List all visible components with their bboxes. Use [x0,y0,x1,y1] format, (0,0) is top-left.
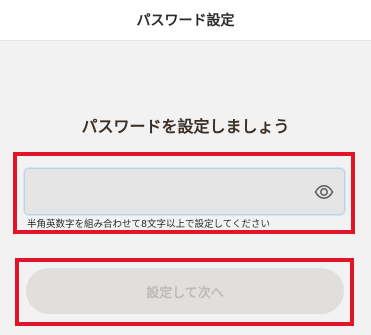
submit-button[interactable]: 設定して次へ [26,268,344,314]
password-field[interactable] [24,168,345,215]
eye-icon[interactable] [314,182,334,202]
password-input[interactable] [25,169,319,214]
header-bar: パスワード設定 [0,0,371,41]
page-title: パスワード設定 [136,13,235,29]
password-hint: 半角英数字を組み合わせて8文字以上で設定してください [27,219,270,230]
section-heading: パスワードを設定しましょう [81,117,290,136]
